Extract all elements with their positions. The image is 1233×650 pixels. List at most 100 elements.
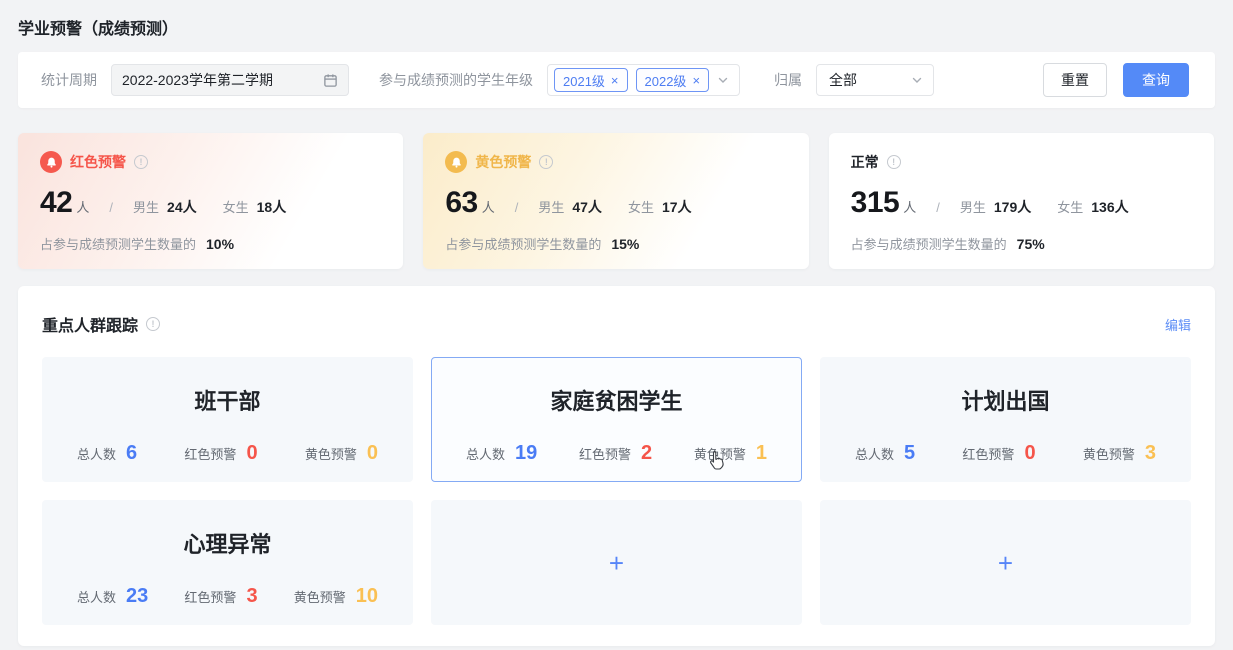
yellow-warning-label: 黄色预警 [1083,444,1135,463]
grade-tag-label: 2022级 [645,71,687,90]
divider: / [515,200,519,215]
info-icon[interactable]: ! [887,155,901,169]
red-warning-value: 0 [1024,442,1035,465]
male-label: 男生 [538,197,564,216]
group-name: 班干部 [77,384,378,416]
red-warning-value: 0 [246,442,257,465]
calendar-icon [323,73,338,88]
info-icon[interactable]: ! [539,155,553,169]
total-value: 19 [515,442,537,465]
total-value: 6 [126,442,137,465]
red-warning-label: 红色预警 [579,444,631,463]
chevron-down-icon [717,74,729,86]
female-label: 女生 [628,197,654,216]
grade-tag-2022[interactable]: 2022级 × [636,68,710,92]
period-value: 2022-2023学年第二学期 [122,70,323,90]
reset-button[interactable]: 重置 [1043,63,1107,97]
yellow-warning-value: 1 [756,442,767,465]
grade-tag-label: 2021级 [563,71,605,90]
red-warning-card: 红色预警 ! 42 人 / 男生 24人 女生 18人 占参与成绩预测学生数量的 1… [18,133,403,269]
add-group-card[interactable]: + [431,500,802,625]
group-card-psych-abnormal[interactable]: 心理异常 总人数23 红色预警3 黄色预警10 [42,500,413,625]
remove-tag-icon[interactable]: × [611,74,619,87]
female-value: 136人 [1091,197,1128,217]
stat-count: 42 [40,186,72,220]
remove-tag-icon[interactable]: × [692,74,700,87]
total-label: 总人数 [855,444,894,463]
grade-label: 参与成绩预测的学生年级 [379,70,533,90]
male-value: 24人 [167,197,197,217]
ratio-value: 15% [611,236,639,252]
group-card-class-cadre[interactable]: 班干部 总人数 6 红色预警 0 黄色预警 0 [42,357,413,482]
yellow-warning-value: 3 [1145,442,1156,465]
female-label: 女生 [1057,197,1083,216]
stat-count: 315 [851,186,900,220]
ratio-label: 占参与成绩预测学生数量的 [445,234,601,253]
yellow-warning-value: 0 [367,442,378,465]
belong-label: 归属 [774,70,802,90]
red-warning-label: 红色预警 [184,444,236,463]
red-warning-label: 红色预警 [184,587,236,606]
yellow-warning-label: 黄色预警 [294,587,346,606]
edit-link[interactable]: 编辑 [1165,315,1191,334]
total-value: 5 [904,442,915,465]
female-label: 女生 [223,197,249,216]
grade-tag-2021[interactable]: 2021级 × [554,68,628,92]
female-value: 17人 [662,197,692,217]
period-label: 统计周期 [41,70,97,90]
total-label: 总人数 [77,444,116,463]
female-value: 18人 [257,197,287,217]
divider: / [936,200,940,215]
red-warning-value: 2 [641,442,652,465]
group-name: 家庭贫困学生 [466,384,767,416]
stat-count: 63 [445,186,477,220]
chevron-down-icon [911,74,923,86]
stat-card-title: 黄色预警 [475,152,531,172]
ratio-label: 占参与成绩预测学生数量的 [40,234,196,253]
group-card-plan-abroad[interactable]: 计划出国 总人数 5 红色预警 0 黄色预警 3 [820,357,1191,482]
group-name: 计划出国 [855,384,1156,416]
male-value: 47人 [572,197,602,217]
stat-unit: 人 [76,197,89,216]
add-group-card[interactable]: + [820,500,1191,625]
stat-card-title: 正常 [851,152,879,172]
red-warning-label: 红色预警 [962,444,1014,463]
yellow-bell-icon [445,151,467,173]
page-title: 学业预警（成绩预测） [0,0,1233,52]
yellow-warning-card: 黄色预警 ! 63 人 / 男生 47人 女生 17人 占参与成绩预测学生数量的 1… [423,133,808,269]
ratio-value: 75% [1017,236,1045,252]
ratio-label: 占参与成绩预测学生数量的 [851,234,1007,253]
belong-value: 全部 [829,70,911,90]
grade-multi-select[interactable]: 2021级 × 2022级 × [547,64,740,96]
total-label: 总人数 [466,444,505,463]
warning-stats-row: 红色预警 ! 42 人 / 男生 24人 女生 18人 占参与成绩预测学生数量的 1… [18,133,1214,269]
tracking-grid: 班干部 总人数 6 红色预警 0 黄色预警 0 家庭贫困学生 总人数 19 红色预警 2 … [42,357,1191,625]
stat-unit: 人 [482,197,495,216]
male-value: 179人 [994,197,1031,217]
group-name: 心理异常 [77,527,378,559]
key-group-tracking-section: 重点人群跟踪 ! 编辑 班干部 总人数 6 红色预警 0 黄色预警 0 家庭贫困学生 … [18,286,1215,646]
normal-card: 正常 ! 315 人 / 男生179人 女生136人 占参与成绩预测学生数量的 … [829,133,1214,269]
info-icon[interactable]: ! [146,317,160,331]
belong-select[interactable]: 全部 [816,64,934,96]
yellow-warning-label: 黄色预警 [694,444,746,463]
total-value: 23 [126,585,148,608]
plus-icon: + [998,550,1013,576]
plus-icon: + [609,550,624,576]
section-title: 重点人群跟踪 [42,312,138,336]
info-icon[interactable]: ! [134,155,148,169]
ratio-value: 10% [206,236,234,252]
stat-card-title: 红色预警 [70,152,126,172]
yellow-warning-label: 黄色预警 [305,444,357,463]
red-warning-value: 3 [246,585,257,608]
group-card-poor-family[interactable]: 家庭贫困学生 总人数 19 红色预警 2 黄色预警 1 [431,357,802,482]
query-button[interactable]: 查询 [1123,63,1189,97]
academic-warning-page: { "page": { "title": "学业预警（成绩预测）" }, "fi… [0,0,1233,650]
red-bell-icon [40,151,62,173]
total-label: 总人数 [77,587,116,606]
stat-unit: 人 [903,197,916,216]
male-label: 男生 [133,197,159,216]
filter-bar: 统计周期 2022-2023学年第二学期 参与成绩预测的学生年级 2021级 ×… [18,52,1215,108]
divider: / [109,200,113,215]
period-date-picker[interactable]: 2022-2023学年第二学期 [111,64,349,96]
